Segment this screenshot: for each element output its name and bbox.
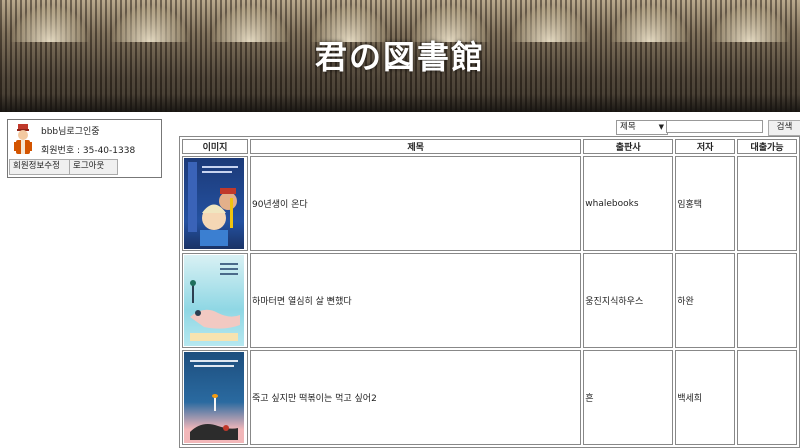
user-avatar-icon — [14, 124, 32, 154]
book-title-cell[interactable]: 죽고 싶지만 떡볶이는 먹고 싶어2 — [249, 350, 582, 445]
col-header-title: 제목 — [249, 139, 582, 154]
book-title-cell[interactable]: 90년생이 온다 — [249, 156, 582, 251]
table-row: 죽고 싶지만 떡볶이는 먹고 싶어2 흔 백세희 — [182, 350, 797, 445]
col-header-image: 이미지 — [182, 139, 248, 154]
book-cover-cell — [182, 253, 248, 348]
book-available-cell — [737, 156, 797, 251]
site-title: 君の図書館 — [314, 38, 485, 76]
book-available-cell — [737, 253, 797, 348]
table-header-row: 이미지 제목 출판사 저자 대출가능 — [182, 139, 797, 154]
book-cover-cell — [182, 350, 248, 445]
search-field-select[interactable]: 제목 ▼ — [616, 120, 668, 135]
book-publisher-cell: whalebooks — [583, 156, 674, 251]
search-field-selected: 제목 — [620, 122, 636, 132]
user-panel: bbb님로그인중 회원번호 : 35-40-1338 회원정보수정 로그아웃 — [7, 119, 162, 178]
dropdown-arrow-icon: ▼ — [658, 123, 664, 131]
book-available-cell — [737, 350, 797, 445]
col-header-available: 대출가능 — [737, 139, 797, 154]
book-author-cell: 백세희 — [675, 350, 736, 445]
book-cover-cell — [182, 156, 248, 251]
logout-button[interactable]: 로그아웃 — [69, 159, 118, 175]
header-banner: 君の図書館 — [0, 0, 800, 112]
search-button[interactable]: 검색 — [768, 120, 800, 136]
book-publisher-cell: 웅진지식하우스 — [583, 253, 674, 348]
book-publisher-cell: 흔 — [583, 350, 674, 445]
book-title-cell[interactable]: 하마터면 열심히 살 뻔했다 — [249, 253, 582, 348]
book-cover-image[interactable] — [184, 352, 244, 443]
table-row: 90년생이 온다 whalebooks 임홍택 — [182, 156, 797, 251]
book-cover-image[interactable] — [184, 255, 244, 346]
col-header-publisher: 출판사 — [583, 139, 674, 154]
edit-profile-button[interactable]: 회원정보수정 — [9, 159, 74, 175]
col-header-author: 저자 — [675, 139, 736, 154]
login-status: bbb님로그인중 — [41, 127, 100, 137]
search-input[interactable] — [666, 120, 763, 133]
book-table: 이미지 제목 출판사 저자 대출가능 90년생이 온다 whalebooks 임… — [179, 136, 800, 448]
table-row: 하마터면 열심히 살 뻔했다 웅진지식하우스 하완 — [182, 253, 797, 348]
member-number: 회원번호 : 35-40-1338 — [41, 146, 136, 156]
book-cover-image[interactable] — [184, 158, 244, 249]
book-author-cell: 하완 — [675, 253, 736, 348]
book-author-cell: 임홍택 — [675, 156, 736, 251]
